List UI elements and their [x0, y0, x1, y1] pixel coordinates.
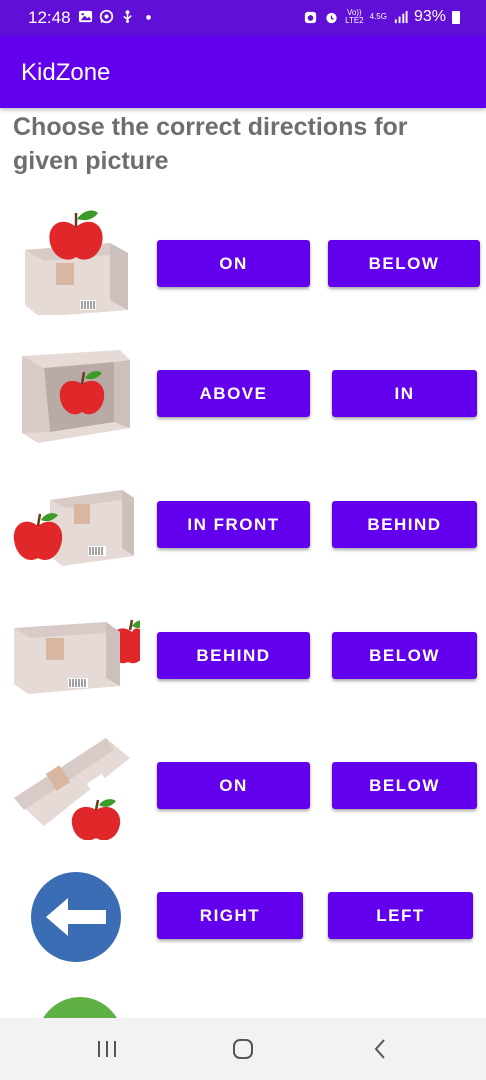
next-row-picture-partial — [43, 997, 117, 1018]
option-button[interactable]: RIGHT — [157, 892, 303, 939]
option-button[interactable]: BELOW — [332, 632, 477, 679]
back-icon — [374, 1039, 385, 1059]
option-button[interactable]: IN FRONT — [157, 501, 310, 548]
whatsapp-icon — [99, 9, 114, 24]
apple-on-box-picture — [25, 210, 128, 315]
question-text: Choose the correct directions for given … — [13, 113, 408, 175]
system-nav-bar — [0, 1018, 486, 1080]
option-button[interactable]: BELOW — [328, 240, 480, 287]
status-bar: 12:48 Vo)) LTE2 4.5G 93% — [0, 0, 486, 36]
option-button[interactable]: LEFT — [328, 892, 473, 939]
left-arrow-circle-picture — [31, 872, 121, 962]
dot-icon — [146, 15, 151, 20]
clock-icon — [326, 12, 337, 23]
battery-percent: 93% — [413, 8, 446, 25]
option-button[interactable]: BEHIND — [157, 632, 310, 679]
app-bar: KidZone — [0, 36, 486, 108]
apple-in-front-of-box-picture — [13, 490, 134, 566]
status-time: 12:48 — [28, 8, 71, 27]
network-generation: 4.5G — [369, 12, 387, 21]
question-row: ON BELOW — [0, 205, 486, 315]
option-button[interactable]: IN — [332, 370, 477, 417]
gallery-icon — [78, 10, 93, 23]
apple-in-box-picture — [22, 350, 130, 443]
question-row: ON BELOW — [0, 730, 486, 840]
signal-icon — [394, 10, 408, 23]
option-button[interactable]: ABOVE — [157, 370, 310, 417]
alarm-icon — [304, 11, 317, 23]
option-button[interactable]: BEHIND — [332, 501, 477, 548]
option-button[interactable]: BELOW — [332, 762, 477, 809]
back-button[interactable] — [362, 1034, 398, 1064]
option-button[interactable]: ON — [157, 762, 310, 809]
home-icon — [233, 1039, 253, 1059]
apple-behind-box-picture — [14, 619, 140, 694]
recent-apps-icon — [98, 1041, 116, 1057]
home-button[interactable] — [225, 1034, 261, 1064]
recent-apps-button[interactable] — [89, 1034, 125, 1064]
usb-debug-icon — [123, 10, 132, 23]
question-row: IN FRONT BEHIND — [0, 468, 486, 578]
question-row: ABOVE IN — [0, 338, 486, 448]
app-title: KidZone — [21, 59, 111, 86]
option-button[interactable]: ON — [157, 240, 310, 287]
network-labels: Vo)) LTE2 — [345, 8, 364, 25]
question-row: RIGHT LEFT — [0, 862, 486, 972]
battery-icon — [452, 10, 460, 24]
question-row: BEHIND BELOW — [0, 600, 486, 710]
apple-below-box-picture — [14, 738, 130, 840]
